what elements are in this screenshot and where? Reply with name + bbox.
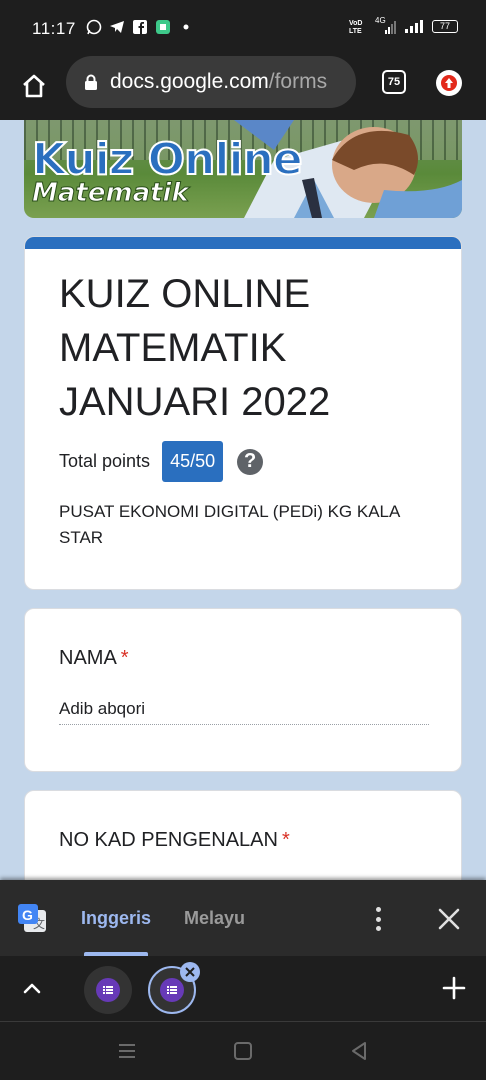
forms-favicon <box>96 978 120 1002</box>
home-nav-icon[interactable] <box>232 1040 254 1062</box>
language-tab-source[interactable]: Inggeris <box>81 908 151 929</box>
language-tab-target[interactable]: Melayu <box>184 908 245 929</box>
required-asterisk: * <box>120 647 129 669</box>
notification-icons <box>86 19 194 35</box>
home-button[interactable] <box>16 68 52 104</box>
tab-strip <box>0 956 486 1022</box>
question-text: NAMA <box>59 647 117 669</box>
form-description: PUSAT EKONOMI DIGITAL (PEDi) KG KALA STA… <box>59 502 400 547</box>
answer-text: Adib abqori <box>59 697 429 725</box>
google-translate-icon[interactable]: 文 G <box>16 902 48 934</box>
telegram-icon <box>110 21 124 33</box>
status-bar: 11:17 VoD LTE 4G 77 <box>0 0 486 56</box>
url-host: docs.google.com <box>110 70 269 93</box>
url-path: /forms <box>268 70 328 93</box>
list-icon <box>167 986 177 994</box>
address-bar[interactable]: docs.google.com/forms <box>66 56 356 108</box>
tab-item[interactable] <box>84 966 132 1014</box>
forms-favicon <box>160 978 184 1002</box>
close-icon[interactable] <box>434 904 464 934</box>
question-label: NAMA * <box>59 647 129 670</box>
update-button[interactable] <box>436 70 462 96</box>
total-points: Total points 45/50 ? <box>59 441 264 482</box>
back-icon[interactable] <box>348 1040 370 1062</box>
svg-text:VoD: VoD <box>349 20 362 27</box>
volte-icon: VoDLTE <box>349 20 362 34</box>
more-notifications-dot-icon <box>183 24 189 30</box>
chevron-up-icon[interactable] <box>20 976 44 1000</box>
recents-icon[interactable] <box>116 1040 138 1062</box>
plus-icon[interactable] <box>440 974 468 1002</box>
translate-bar: 文 G Inggeris Melayu <box>0 880 486 956</box>
signal-icon <box>405 20 423 33</box>
whatsapp-icon <box>86 19 102 35</box>
lock-icon <box>85 74 97 90</box>
tab-switcher-button[interactable]: 75 <box>382 70 406 94</box>
points-badge: 45/50 <box>162 441 224 482</box>
form-header-image: Kuiz Online Matematik <box>24 120 462 218</box>
browser-toolbar: docs.google.com/forms 75 <box>0 56 486 120</box>
status-time: 11:17 <box>32 19 76 38</box>
question-label: NO KAD PENGENALAN * <box>59 829 290 852</box>
update-icon <box>441 75 457 91</box>
form-title-card: KUIZ ONLINE MATEMATIK JANUARI 2022 Total… <box>24 236 462 590</box>
list-icon <box>103 986 113 994</box>
banner-subtitle: Matematik <box>32 178 190 209</box>
close-icon <box>185 967 195 977</box>
points-label: Total points <box>59 451 151 471</box>
home-icon <box>23 74 45 98</box>
system-nav-bar <box>0 1022 486 1080</box>
svg-text:LTE: LTE <box>349 28 362 34</box>
help-icon[interactable]: ? <box>237 448 264 475</box>
app-notification-icon <box>156 20 170 34</box>
system-status: VoD LTE 4G 77 <box>349 16 458 34</box>
signal-4g-icon: 4G <box>375 16 396 34</box>
more-vert-icon[interactable] <box>366 904 390 934</box>
question-text: NO KAD PENGENALAN <box>59 829 278 851</box>
facebook-icon <box>133 20 147 34</box>
tab-close-button[interactable] <box>180 962 200 982</box>
form-title: KUIZ ONLINE MATEMATIK JANUARI 2022 <box>59 272 331 424</box>
required-asterisk: * <box>281 829 290 851</box>
question-card: NAMA * Adib abqori <box>24 608 462 772</box>
accent-bar <box>25 237 461 249</box>
network-type: 4G <box>375 16 386 25</box>
battery-icon: 77 <box>432 19 458 33</box>
svg-text:G: G <box>22 907 33 923</box>
